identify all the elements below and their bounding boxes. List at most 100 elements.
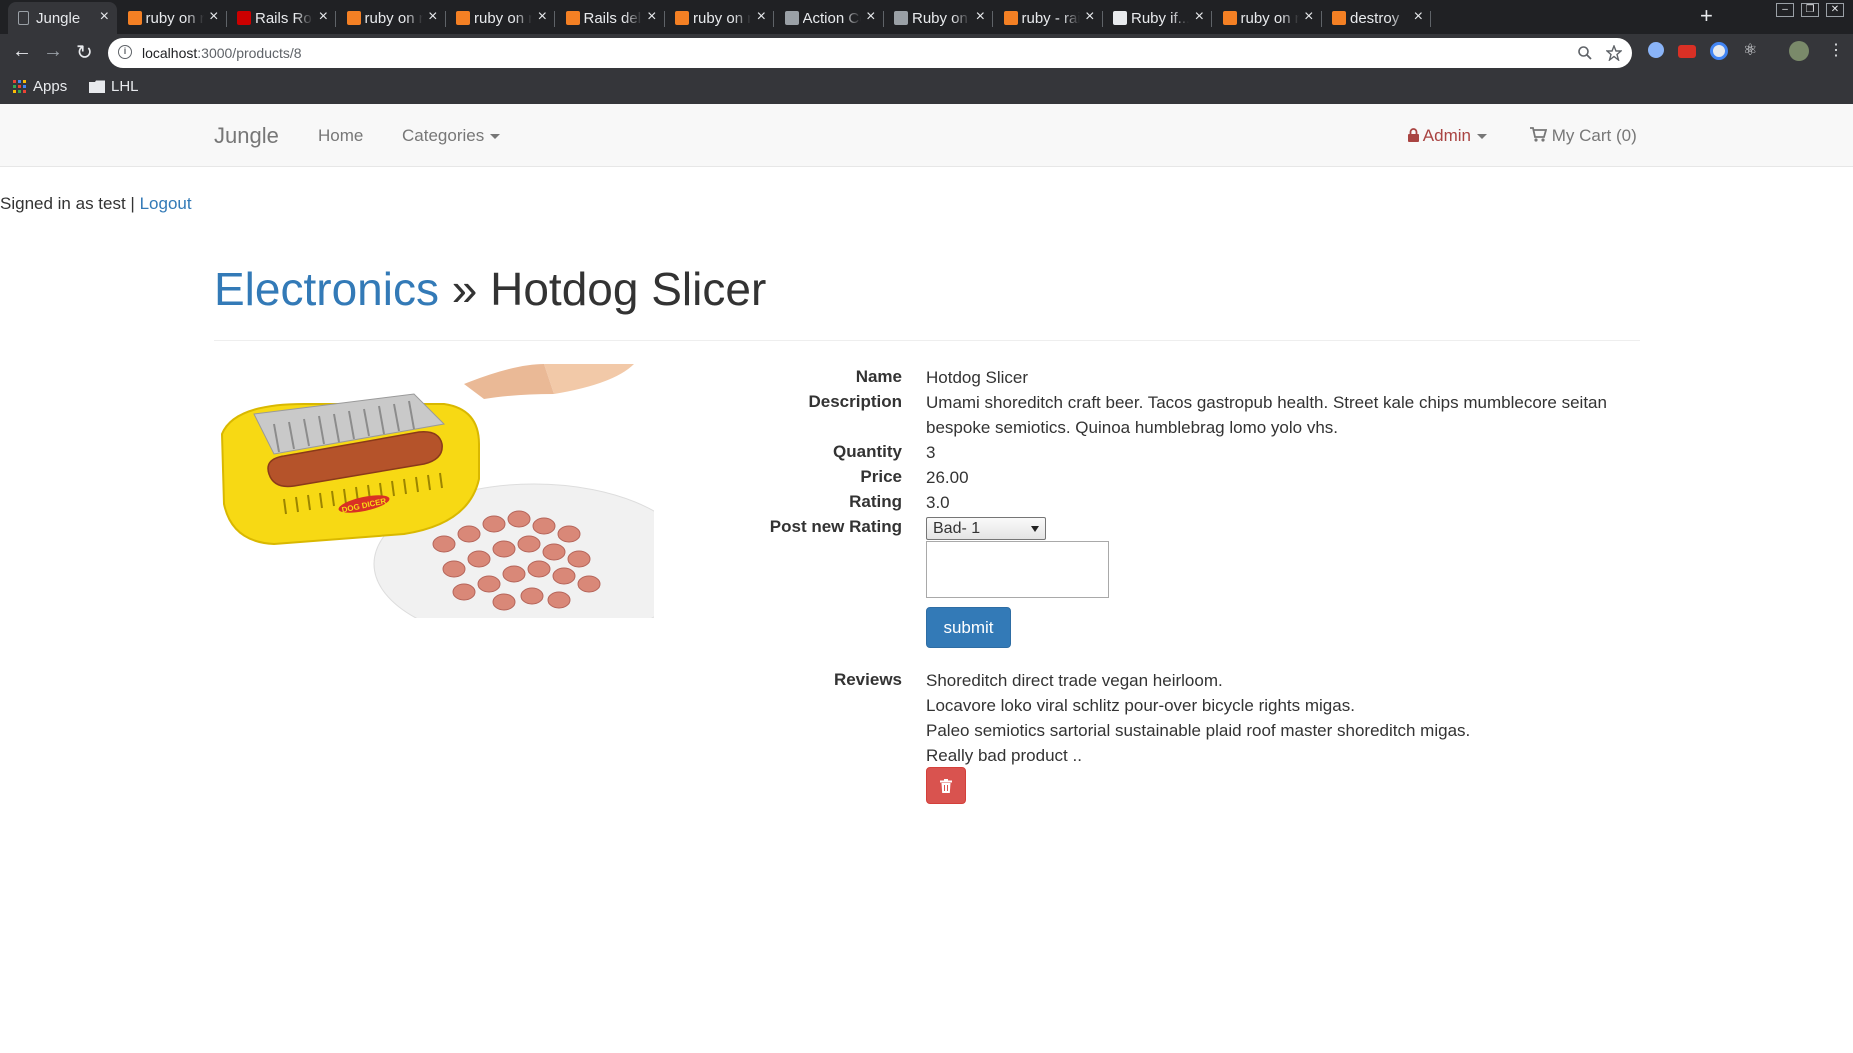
browser-tab[interactable]: Ruby on Rails ×	[884, 2, 993, 34]
close-tab-icon[interactable]: ×	[1414, 8, 1423, 26]
trash-icon	[940, 779, 952, 793]
browser-tab[interactable]: ruby - rails ×	[994, 2, 1103, 34]
close-tab-icon[interactable]: ×	[976, 8, 985, 26]
new-tab-button[interactable]: +	[1700, 3, 1713, 29]
zoom-icon[interactable]	[1578, 46, 1592, 60]
bookmarks-bar: Apps LHL	[0, 72, 1853, 104]
submit-button[interactable]: submit	[926, 607, 1011, 648]
bookmark-folder-lhl[interactable]: LHL	[89, 78, 139, 95]
browser-tab-title: ruby - rails	[1021, 9, 1080, 27]
bookmark-star-icon[interactable]	[1606, 45, 1622, 61]
close-tab-icon[interactable]: ×	[1085, 8, 1094, 26]
browser-tab[interactable]: destroy ×	[1322, 2, 1431, 34]
url-host: localhost	[142, 45, 198, 61]
rating-select[interactable]: Bad- 1	[926, 517, 1046, 540]
browser-tab[interactable]: ruby on rails ×	[665, 2, 774, 34]
bookmark-apps-label: Apps	[33, 78, 68, 95]
site-favicon-icon	[565, 11, 580, 25]
category-link[interactable]: Electronics	[214, 263, 439, 315]
nav-admin-label: Admin	[1422, 126, 1471, 145]
nav-cart[interactable]: My Cart (0)	[1530, 126, 1637, 146]
browser-tab-title: ruby on rails	[474, 9, 532, 27]
nav-categories-label: Categories	[402, 126, 485, 145]
browser-tab[interactable]: ruby on rails ×	[118, 2, 227, 34]
browser-tab[interactable]: ruby on rails ×	[1213, 2, 1322, 34]
close-tab-icon[interactable]: ×	[319, 8, 328, 26]
menu-icon[interactable]: ⋮	[1828, 40, 1846, 59]
close-tab-icon[interactable]: ×	[757, 8, 766, 26]
label-quantity: Quantity	[833, 442, 902, 461]
review-textarea[interactable]	[926, 541, 1109, 598]
tab-strip: + – ❐ ✕ Jungle×ruby on rails×Rails Routi…	[0, 0, 1853, 34]
close-tab-icon[interactable]: ×	[1195, 8, 1204, 26]
label-price: Price	[860, 467, 902, 486]
reload-icon[interactable]: ↻	[76, 40, 93, 65]
page-title: Electronics » Hotdog Slicer	[214, 262, 766, 316]
page-icon	[18, 11, 29, 25]
navigation-row: ← → ↻ i localhost:3000/products/8	[0, 34, 1853, 72]
browser-tab-title: Ruby on Rails	[912, 9, 970, 27]
dropdown-arrow-icon	[1031, 526, 1039, 532]
site-info-icon[interactable]: i	[118, 45, 132, 59]
browser-tab[interactable]: Jungle ×	[8, 2, 117, 34]
bookmark-apps[interactable]: Apps	[13, 78, 67, 95]
value-price: 26.00	[926, 468, 969, 487]
chevron-down-icon	[1476, 134, 1487, 140]
browser-tab[interactable]: ruby on rails ×	[446, 2, 555, 34]
restore-button[interactable]: ❐	[1801, 3, 1819, 17]
label-rating: Rating	[849, 492, 902, 511]
review-item: Locavore loko viral schlitz pour-over bi…	[926, 696, 1355, 715]
product-title: Hotdog Slicer	[490, 263, 767, 315]
value-quantity: 3	[926, 443, 936, 462]
url-path: :3000/products/8	[197, 45, 302, 61]
tab-separator	[1430, 11, 1431, 27]
browser-tab[interactable]: Action Controller ×	[775, 2, 884, 34]
close-window-button[interactable]: ✕	[1826, 3, 1844, 17]
forward-icon[interactable]: →	[43, 40, 63, 63]
extension-icon-2[interactable]	[1678, 45, 1696, 58]
rating-select-value: Bad- 1	[933, 520, 981, 537]
site-favicon-icon	[894, 11, 908, 25]
site-favicon-icon	[237, 11, 251, 25]
delete-review-button[interactable]	[926, 767, 966, 804]
profile-avatar[interactable]	[1789, 41, 1809, 61]
site-favicon-icon	[784, 11, 799, 25]
site-favicon-icon	[1003, 11, 1018, 25]
site-favicon-icon	[1113, 11, 1127, 25]
browser-tab-title: ruby on rails	[1240, 9, 1299, 27]
label-post-rating: Post new Rating	[769, 517, 902, 536]
brand-link[interactable]: Jungle	[214, 123, 279, 149]
extension-icon-1[interactable]	[1648, 42, 1664, 58]
extension-icon-3[interactable]	[1710, 42, 1728, 60]
browser-tab[interactable]: Rails Routing ×	[227, 2, 336, 34]
review-item: Really bad product ..	[926, 746, 1082, 765]
close-tab-icon[interactable]: ×	[866, 8, 875, 26]
logout-link[interactable]: Logout	[140, 194, 192, 213]
browser-tab-title: Action Controller	[802, 9, 861, 27]
browser-tab[interactable]: ruby on rails ×	[337, 2, 446, 34]
site-favicon-icon	[456, 11, 470, 25]
browser-tab[interactable]: Rails delete ×	[556, 2, 665, 34]
divider	[214, 340, 1640, 341]
label-reviews: Reviews	[833, 670, 902, 689]
close-tab-icon[interactable]: ×	[209, 8, 218, 26]
address-bar[interactable]: i localhost:3000/products/8	[108, 38, 1632, 68]
browser-chrome: + – ❐ ✕ Jungle×ruby on rails×Rails Routi…	[0, 0, 1853, 104]
browser-tab-title: Rails Routing	[255, 9, 313, 27]
close-tab-icon[interactable]: ×	[1304, 8, 1313, 26]
signed-in-text: Signed in as test |	[0, 194, 135, 213]
minimize-button[interactable]: –	[1776, 3, 1794, 17]
nav-admin[interactable]: Admin	[1408, 126, 1487, 146]
nav-categories[interactable]: Categories	[402, 126, 501, 146]
site-favicon-icon	[1332, 11, 1346, 25]
back-icon[interactable]: ←	[12, 40, 32, 63]
close-tab-icon[interactable]: ×	[428, 8, 437, 26]
nav-home[interactable]: Home	[318, 126, 363, 146]
react-devtools-icon[interactable]: ⚛	[1743, 40, 1761, 59]
close-tab-icon[interactable]: ×	[647, 8, 656, 26]
product-image: DOG DICER	[214, 364, 654, 618]
close-tab-icon[interactable]: ×	[538, 8, 547, 26]
label-name: Name	[855, 367, 902, 386]
close-tab-icon[interactable]: ×	[100, 8, 109, 26]
browser-tab[interactable]: Ruby if...else ×	[1103, 2, 1212, 34]
